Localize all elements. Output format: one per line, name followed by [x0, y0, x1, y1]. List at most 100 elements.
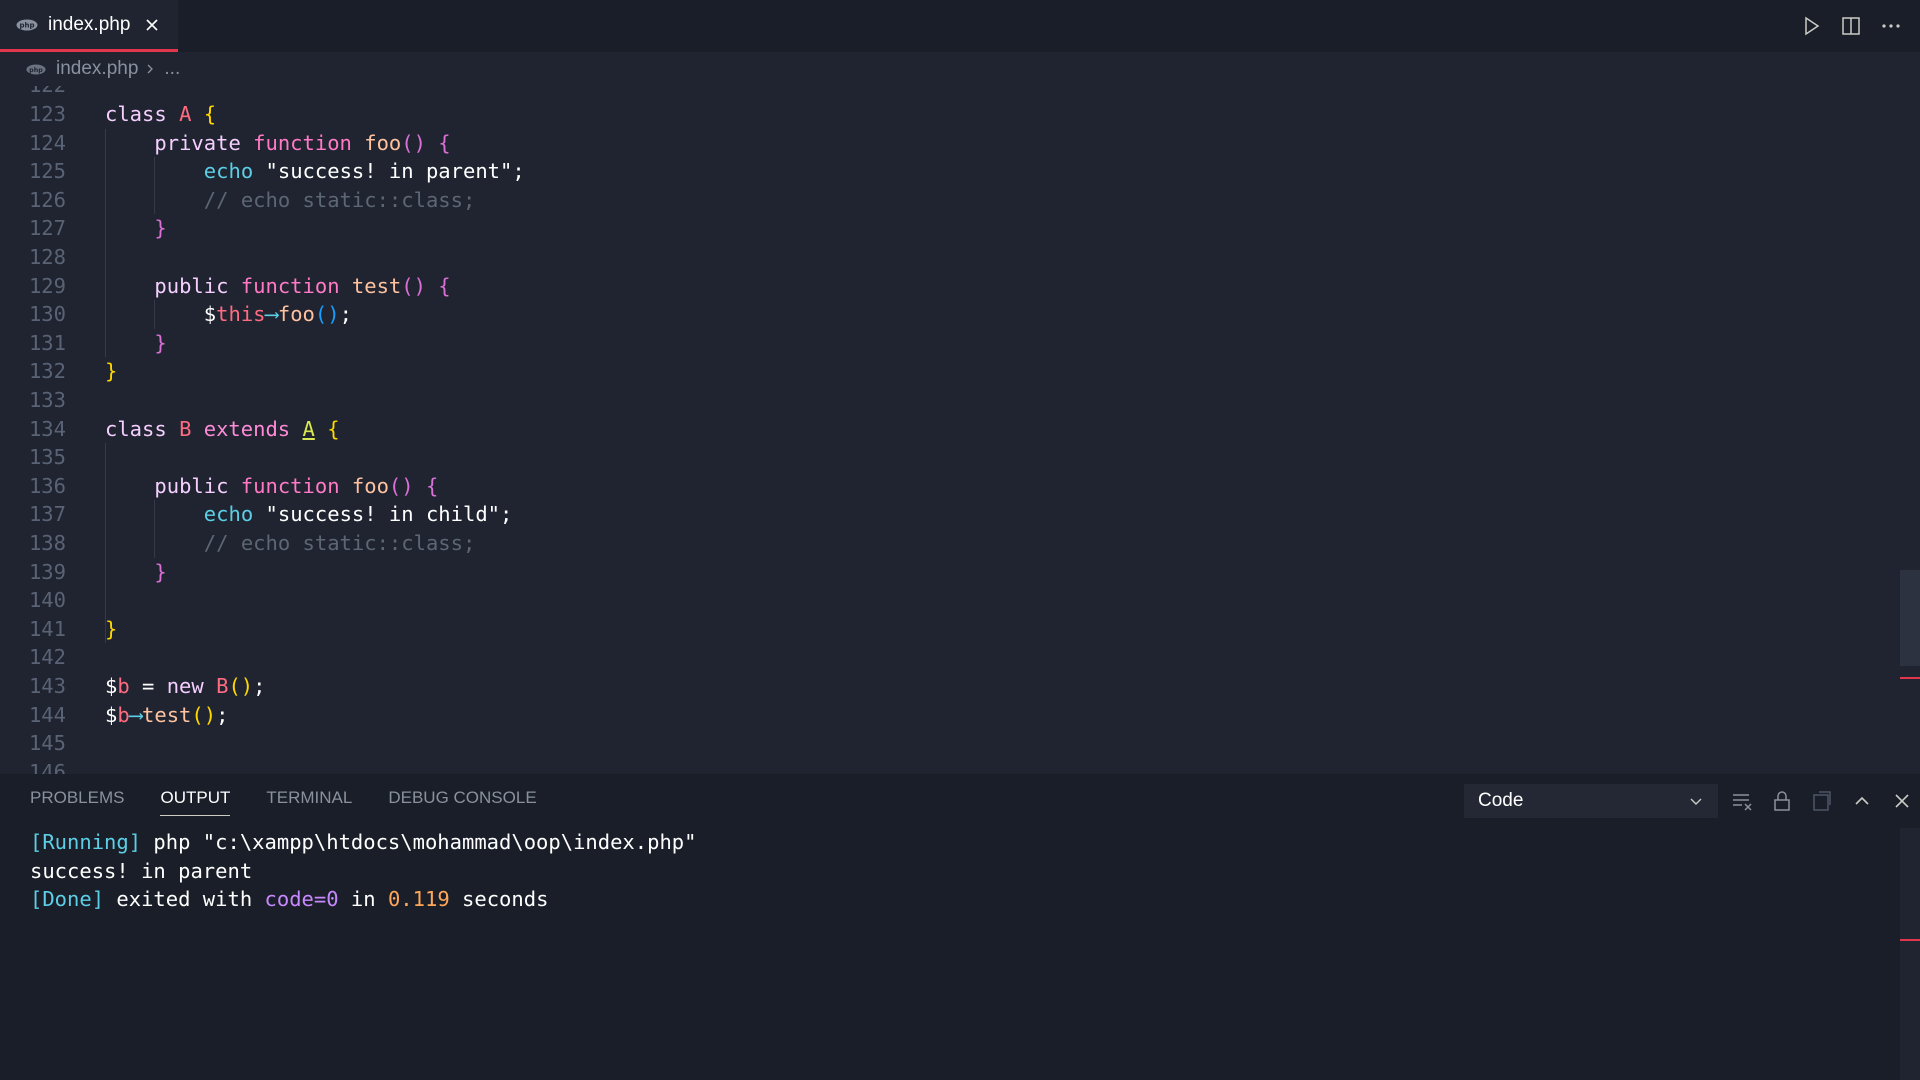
code-line[interactable]: 135	[0, 443, 1880, 472]
code-text: $this⟶foo();	[204, 300, 352, 329]
code-line[interactable]: 139}	[0, 558, 1880, 587]
breadcrumb-file[interactable]: index.php	[56, 58, 138, 80]
code-line[interactable]: 137 echo "success! in child";	[0, 500, 1880, 529]
code-line[interactable]: 127}	[0, 214, 1880, 243]
code-text: class A {	[105, 100, 216, 129]
code-line[interactable]: 134 class B extends A {	[0, 415, 1880, 444]
code-line[interactable]: 126 // echo static::class;	[0, 186, 1880, 215]
editor-scroll-thumb[interactable]	[1900, 570, 1920, 666]
tab-index-php[interactable]: php index.php	[0, 0, 178, 52]
code-text: echo "success! in child";	[204, 500, 513, 529]
code-text: }	[105, 357, 117, 386]
code-text: public function test() {	[154, 272, 450, 301]
code-line[interactable]: 123 class A {	[0, 100, 1880, 129]
code-token: // echo static::class;	[203, 531, 476, 555]
code-line[interactable]: 124 private function foo() {	[0, 129, 1880, 158]
code-token: B	[216, 674, 229, 698]
tab-output[interactable]: OUTPUT	[160, 774, 230, 822]
code-token: // echo static::class;	[203, 187, 476, 212]
code-token: {	[203, 102, 217, 126]
output-marker	[1900, 939, 1920, 941]
code-token: class	[105, 102, 180, 126]
line-number: 138	[28, 531, 66, 555]
code-token: public	[154, 273, 241, 298]
code-line[interactable]: 128	[0, 243, 1880, 272]
output-token: success! in parent	[30, 858, 253, 883]
code-token: A	[302, 416, 315, 441]
indent-guide	[105, 128, 106, 358]
line-number: 129	[28, 273, 66, 298]
code-text: $b⟶test();	[105, 701, 228, 730]
code-token: ;	[339, 302, 352, 327]
run-icon[interactable]	[1800, 15, 1822, 37]
code-token: A	[179, 102, 204, 126]
indent-guide	[154, 300, 156, 329]
code-line[interactable]: 131}	[0, 329, 1880, 358]
code-line[interactable]: 129 public function test() {	[0, 272, 1880, 301]
code-line[interactable]: 122	[0, 86, 1880, 100]
code-token: ⟶	[129, 702, 143, 727]
code-line[interactable]: 132}	[0, 357, 1880, 386]
breadcrumb-symbols[interactable]: ...	[164, 58, 180, 80]
close-panel-icon[interactable]	[1890, 789, 1914, 813]
output-line: success! in parent	[30, 857, 697, 886]
code-token: }	[154, 559, 167, 584]
code-token: }	[154, 330, 167, 355]
bottom-panel: PROBLEMS OUTPUT TERMINAL DEBUG CONSOLE C…	[0, 774, 1920, 1080]
code-line[interactable]: 145	[0, 729, 1880, 758]
code-text: $b = new B();	[105, 672, 265, 701]
code-token: echo	[203, 159, 266, 184]
maximize-panel-icon[interactable]	[1850, 789, 1874, 813]
panel-tabs: PROBLEMS OUTPUT TERMINAL DEBUG CONSOLE	[30, 774, 537, 822]
line-number: 135	[28, 445, 66, 470]
code-token: function	[240, 273, 352, 298]
lock-icon[interactable]	[1770, 789, 1794, 813]
code-line[interactable]: 136 public function foo() {	[0, 472, 1880, 501]
output-token: seconds	[449, 887, 549, 912]
tab-bar: php index.php	[0, 0, 1920, 52]
indent-guide	[154, 500, 156, 558]
code-line[interactable]: 146	[0, 758, 1880, 774]
tab-label: index.php	[48, 13, 131, 35]
output-token: [Running]	[30, 830, 142, 854]
code-line[interactable]: 125 echo "success! in parent";	[0, 157, 1880, 186]
code-token: $	[105, 702, 118, 727]
clear-output-icon[interactable]	[1730, 789, 1754, 813]
code-line[interactable]: 130 $this⟶foo();	[0, 300, 1880, 329]
code-text: echo "success! in parent";	[204, 157, 525, 186]
code-line[interactable]: 142	[0, 643, 1880, 672]
code-line[interactable]: 143 $b = new B();	[0, 672, 1880, 701]
more-actions-icon[interactable]	[1880, 15, 1902, 37]
line-number: 142	[28, 645, 66, 670]
editor-actions	[1800, 0, 1902, 52]
code-token: function	[253, 130, 365, 155]
close-tab-icon[interactable]	[144, 17, 160, 33]
open-in-editor-icon[interactable]	[1810, 789, 1834, 813]
code-line[interactable]: 144 $b⟶test();	[0, 701, 1880, 730]
tab-debug-console[interactable]: DEBUG CONSOLE	[388, 774, 536, 822]
error-marker	[1900, 677, 1920, 679]
output-channel-select[interactable]: Code	[1464, 784, 1718, 818]
panel-actions	[1730, 786, 1914, 816]
code-token: =	[129, 674, 167, 698]
code-token: this	[216, 302, 266, 327]
editor-scrollbar[interactable]	[1900, 86, 1920, 774]
line-number: 145	[28, 731, 66, 756]
line-number: 122	[0, 86, 66, 100]
code-token: "success! in parent";	[265, 159, 525, 184]
code-token: foo	[351, 473, 389, 498]
code-text: class B extends A {	[105, 415, 340, 444]
code-line[interactable]: 141}	[0, 615, 1880, 644]
output-line: [Running] php "c:\xampp\htdocs\mohammad\…	[30, 828, 697, 857]
code-line[interactable]: 133	[0, 386, 1880, 415]
code-line[interactable]: 140	[0, 586, 1880, 615]
output-scrollbar[interactable]	[1900, 828, 1920, 1080]
code-editor[interactable]: 122123class A {124private function foo()…	[0, 86, 1920, 774]
split-editor-icon[interactable]	[1840, 15, 1862, 37]
tab-problems[interactable]: PROBLEMS	[30, 774, 124, 822]
tab-terminal[interactable]: TERMINAL	[266, 774, 352, 822]
line-number: 128	[28, 245, 66, 269]
code-token: test	[142, 702, 192, 727]
code-line[interactable]: 138 // echo static::class;	[0, 529, 1880, 558]
